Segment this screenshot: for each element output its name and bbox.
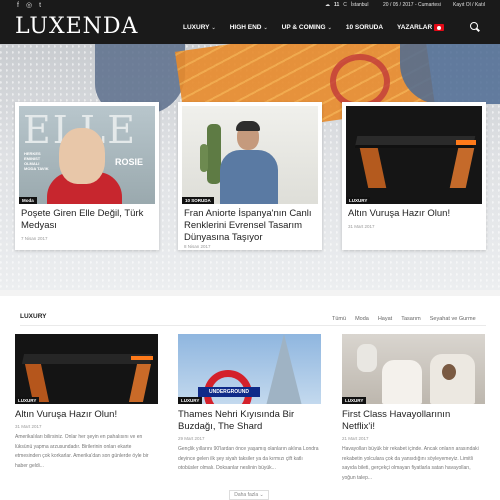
register-login-link[interactable]: Kayıt Ol / Katıl	[453, 2, 485, 8]
category-badge[interactable]: LUXURY	[15, 397, 40, 404]
featured-card-title[interactable]: Fran Aniorte İspanya'nın Canlı Renklerin…	[184, 208, 318, 244]
photo-shape	[456, 140, 476, 145]
post-excerpt: Gençlik yıllarını 90'lardan önce yaşamış…	[178, 446, 319, 471]
site-logo[interactable]: LUXENDA	[15, 14, 138, 39]
category-badge[interactable]: Moda	[19, 197, 37, 204]
section-divider	[0, 290, 500, 296]
photo-shape	[359, 148, 387, 188]
facebook-icon[interactable]: f	[17, 2, 19, 9]
featured-card-date: 7 Nisan 2017	[21, 236, 48, 241]
post-title[interactable]: Thames Nehri Kıyısında Bir Buzdağı, The …	[178, 409, 321, 433]
section-title: LUXURY	[20, 313, 47, 320]
photo-shape	[266, 334, 302, 404]
twitter-icon[interactable]: t	[39, 2, 41, 9]
category-badge[interactable]: LUXURY	[346, 197, 371, 204]
featured-card-image[interactable]: LUXURY	[346, 106, 482, 204]
top-utility-bar: f ◎ t ☁ 11 C İstanbul 20 / 05 / 2017 - C…	[0, 0, 500, 11]
page: f ◎ t ☁ 11 C İstanbul 20 / 05 / 2017 - C…	[0, 0, 500, 500]
cover-figure	[59, 128, 105, 184]
post-image[interactable]: LUXURY	[342, 334, 485, 404]
photo-shape	[131, 356, 153, 360]
weather-city: İstanbul	[350, 2, 369, 8]
featured-card[interactable]: ELLE HERKES EMINIST OLMALI MODA TAVIK RO…	[15, 102, 159, 250]
current-date: 20 / 05 / 2017 - Cumartesi	[383, 2, 441, 8]
post-image[interactable]: LUXURY	[15, 334, 158, 404]
underground-sign-text: UNDERGROUND	[198, 387, 260, 397]
nav-item-label: HIGH END	[229, 24, 262, 31]
search-icon[interactable]	[470, 22, 478, 30]
category-badge[interactable]: 10 SORUDA	[182, 197, 214, 204]
post-card[interactable]: LUXURY First Class Havayollarının Netfli…	[342, 334, 485, 483]
post-title[interactable]: Altın Vuruşa Hazır Olun!	[15, 409, 158, 421]
category-filter-tabs: Tümü Moda Hayat Tasarım Seyahat ve Gurme	[332, 316, 476, 322]
nav-item-label: YAZARLAR	[397, 24, 433, 31]
photo-shape	[382, 360, 422, 404]
post-date: 31 Mart 2017	[15, 424, 42, 429]
post-date: 29 Mart 2017	[178, 436, 205, 441]
instagram-icon[interactable]: ◎	[26, 2, 32, 9]
featured-card-image[interactable]: ELLE HERKES EMINIST OLMALI MODA TAVIK RO…	[19, 106, 155, 204]
nav-item-label: LUXURY	[183, 24, 210, 31]
nav-item-label: 10 SORUDA	[345, 24, 384, 31]
featured-card[interactable]: 10 SORUDA Fran Aniorte İspanya'nın Canlı…	[178, 102, 322, 250]
social-links: f ◎ t	[17, 2, 41, 9]
photo-shape	[236, 121, 260, 131]
featured-card-title[interactable]: Poşete Giren Elle Değil, Türk Medyası	[21, 208, 155, 232]
cover-name: ROSIE	[115, 157, 144, 167]
photo-shape	[128, 364, 152, 402]
featured-card-date: 8 Nisan 2017	[184, 244, 211, 249]
hero-bg-shape	[400, 44, 500, 104]
photo-shape	[442, 364, 456, 380]
photo-shape	[357, 344, 377, 372]
main-navbar: LUXENDA LUXURY ⌄ HIGH END ⌄ UP & COMING ⌄ 1…	[0, 11, 500, 44]
filter-tab-seyahat[interactable]: Seyahat ve Gurme	[430, 316, 476, 322]
section-rule	[20, 325, 486, 326]
weather-unit: C	[343, 2, 347, 8]
weather-widget: ☁ 11 C İstanbul	[325, 2, 368, 8]
post-excerpt: Amerikalıları bilirsiniz. Onlar her şeyi…	[15, 434, 149, 469]
nav-item-yazarlar[interactable]: YAZARLAR⌄	[397, 24, 438, 31]
load-more-button[interactable]: Daha fazla ⌄	[229, 490, 269, 500]
filter-tab-tasarim[interactable]: Tasarım	[401, 316, 421, 322]
chevron-down-icon: ⌄	[263, 25, 268, 31]
nav-item-label: UP & COMING	[281, 24, 326, 31]
category-badge[interactable]: LUXURY	[178, 397, 203, 404]
turkey-flag-icon[interactable]	[434, 24, 444, 31]
post-date: 21 Mart 2017	[342, 436, 369, 441]
nav-item-high-end[interactable]: HIGH END ⌄	[230, 24, 268, 31]
hero-bg-shape	[330, 54, 390, 109]
post-card[interactable]: UNDERGROUND LUXURY Thames Nehri Kıyısınd…	[178, 334, 321, 474]
featured-card-date: 31 Mart 2017	[348, 224, 375, 229]
photo-shape	[220, 150, 278, 204]
photo-shape	[430, 354, 475, 404]
filter-tab-moda[interactable]: Moda	[355, 316, 369, 322]
post-title[interactable]: First Class Havayollarının Netflix'i!	[342, 409, 485, 433]
nav-item-up-coming[interactable]: UP & COMING ⌄	[282, 24, 332, 31]
featured-card-title[interactable]: Altın Vuruşa Hazır Olun!	[348, 208, 482, 220]
chevron-down-icon: ⌄	[327, 25, 332, 31]
category-badge[interactable]: LUXURY	[342, 397, 367, 404]
photo-shape	[449, 148, 475, 188]
post-excerpt: Havayolları büyük bir rekabet içinde. An…	[342, 446, 479, 481]
chevron-down-icon: ⌄	[211, 25, 216, 31]
post-card[interactable]: LUXURY Altın Vuruşa Hazır Olun! 31 Mart …	[15, 334, 158, 471]
filter-tab-all[interactable]: Tümü	[332, 316, 346, 322]
filter-tab-hayat[interactable]: Hayat	[378, 316, 392, 322]
post-image[interactable]: UNDERGROUND LUXURY	[178, 334, 321, 404]
cover-text: HERKES EMINIST OLMALI MODA TAVIK	[24, 151, 49, 171]
featured-card-image[interactable]: 10 SORUDA	[182, 106, 318, 204]
photo-shape	[200, 144, 208, 172]
nav-item-luxury[interactable]: LUXURY ⌄	[183, 24, 216, 31]
featured-card[interactable]: LUXURY Altın Vuruşa Hazır Olun! 31 Mart …	[342, 102, 486, 250]
photo-shape	[207, 124, 221, 184]
weather-icon: ☁	[325, 2, 330, 8]
nav-menu: LUXURY ⌄ HIGH END ⌄ UP & COMING ⌄ 10 SORUDA…	[183, 24, 452, 31]
nav-item-10-soruda[interactable]: 10 SORUDA	[346, 24, 383, 31]
weather-temp: 11	[334, 2, 340, 8]
